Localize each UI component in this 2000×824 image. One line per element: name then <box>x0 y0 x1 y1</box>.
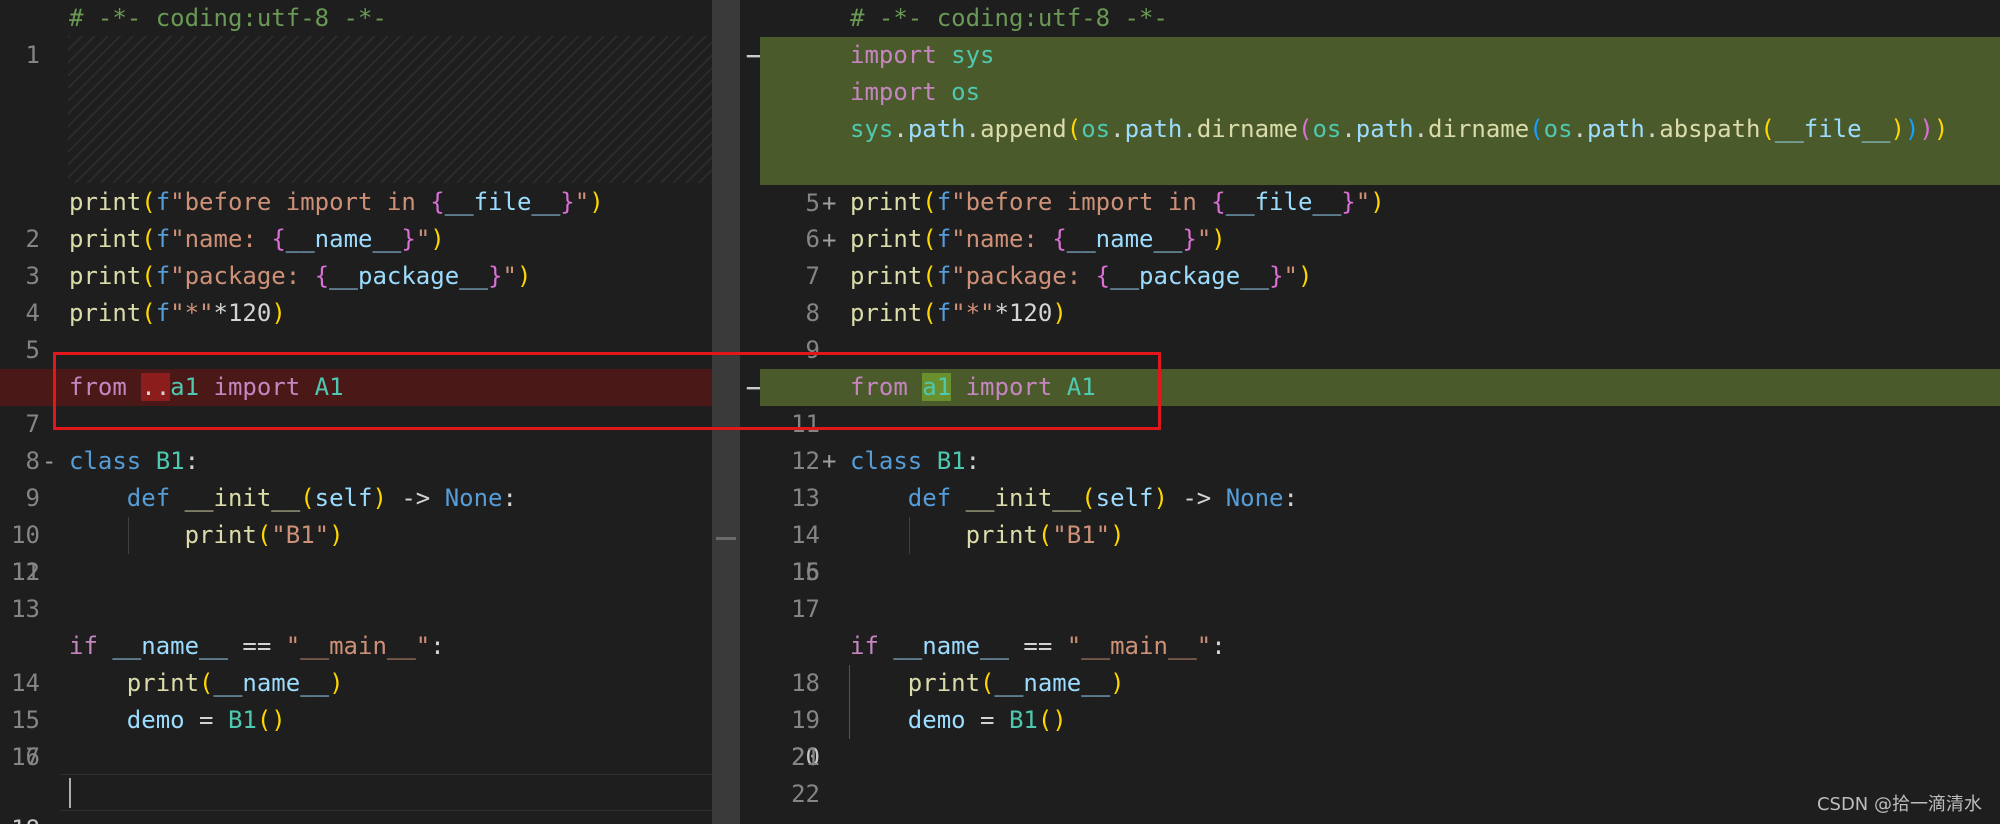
code-line[interactable]: 14 if __name__ == "__main__": <box>0 628 738 697</box>
split-scroll-thumb[interactable] <box>716 537 736 540</box>
code-line[interactable]: 12 <box>0 554 738 591</box>
code-line[interactable]: 13 <box>0 591 738 628</box>
code-line[interactable]: 16 <box>760 554 2000 591</box>
removed-code-line[interactable]: 7 - from ..a1 import A1 <box>0 369 738 475</box>
watermark: CSDN @拾一滴清水 <box>1816 794 1982 815</box>
text-caret <box>69 778 71 808</box>
code-line[interactable]: 20 demo = B1() <box>760 702 2000 771</box>
added-code-line[interactable]: 3 + import os <box>760 74 2000 180</box>
code-line[interactable]: 4 print(f"package: {__package__}") <box>0 258 738 327</box>
code-line[interactable]: 11 print("B1") <box>0 517 738 586</box>
code-line[interactable]: 19 print(__name__) <box>760 665 2000 734</box>
code-line[interactable]: 15 print("B1") <box>760 517 2000 586</box>
code-line[interactable]: 10 <box>760 332 2000 401</box>
code-line[interactable]: 1 # -*- coding:utf-8 -*- <box>0 0 738 69</box>
added-code-line[interactable]: 4 + sys.path.append(os.path.dirname(os.p… <box>760 111 2000 217</box>
code-line[interactable]: 8 print(f"package: {__package__}") <box>760 258 2000 327</box>
left-editor-pane[interactable]: 1 # -*- coding:utf-8 -*- 2 print(f"befor… <box>0 0 738 824</box>
code-line[interactable]: 10 def __init__(self) -> None: <box>0 480 738 549</box>
code-line-current[interactable]: 18 <box>0 774 738 824</box>
deleted-region-hatch <box>68 36 738 183</box>
code-line[interactable]: 9 print(f"*"*120) <box>760 295 2000 364</box>
code-line[interactable]: 9 class B1: <box>0 443 738 512</box>
code-line[interactable]: 3 print(f"name: {__name__}") <box>0 221 738 290</box>
code-line[interactable]: 22 <box>760 776 2000 813</box>
added-code-line[interactable]: 2 + import sys <box>760 37 2000 143</box>
code-line[interactable]: 17 <box>0 739 738 776</box>
code-line[interactable]: 15 print(__name__) <box>0 665 738 734</box>
code-line[interactable]: 12 <box>760 406 2000 475</box>
code-line[interactable]: 8 <box>0 406 738 475</box>
code-line[interactable]: 7 print(f"name: {__name__}") <box>760 221 2000 290</box>
code-line[interactable]: 1 # -*- coding:utf-8 -*- <box>760 0 2000 69</box>
code-line[interactable]: 2 print(f"before import in {__file__}") <box>0 184 738 253</box>
code-line[interactable]: 21 <box>760 739 2000 776</box>
line-number: 1 <box>25 41 40 69</box>
split-divider[interactable] <box>712 0 740 824</box>
code-line[interactable]: 6 print(f"before import in {__file__}") <box>760 184 2000 253</box>
added-code-line[interactable]: 5 + <box>760 148 2000 254</box>
code-line[interactable]: 17 <box>760 591 2000 628</box>
code-line[interactable]: 18 if __name__ == "__main__": <box>760 628 2000 697</box>
code-line[interactable]: 13 class B1: <box>760 443 2000 512</box>
right-editor-pane[interactable]: 1 # -*- coding:utf-8 -*- 2 + import sys … <box>760 0 2000 824</box>
code-line[interactable]: 14 def __init__(self) -> None: <box>760 480 2000 549</box>
code-line[interactable]: 5 print(f"*"*120) <box>0 295 738 364</box>
code-line[interactable]: 6 <box>0 332 738 401</box>
added-code-line[interactable]: 11 + from a1 import A1 <box>760 369 2000 475</box>
code-line[interactable]: 16 demo = B1() <box>0 702 738 771</box>
